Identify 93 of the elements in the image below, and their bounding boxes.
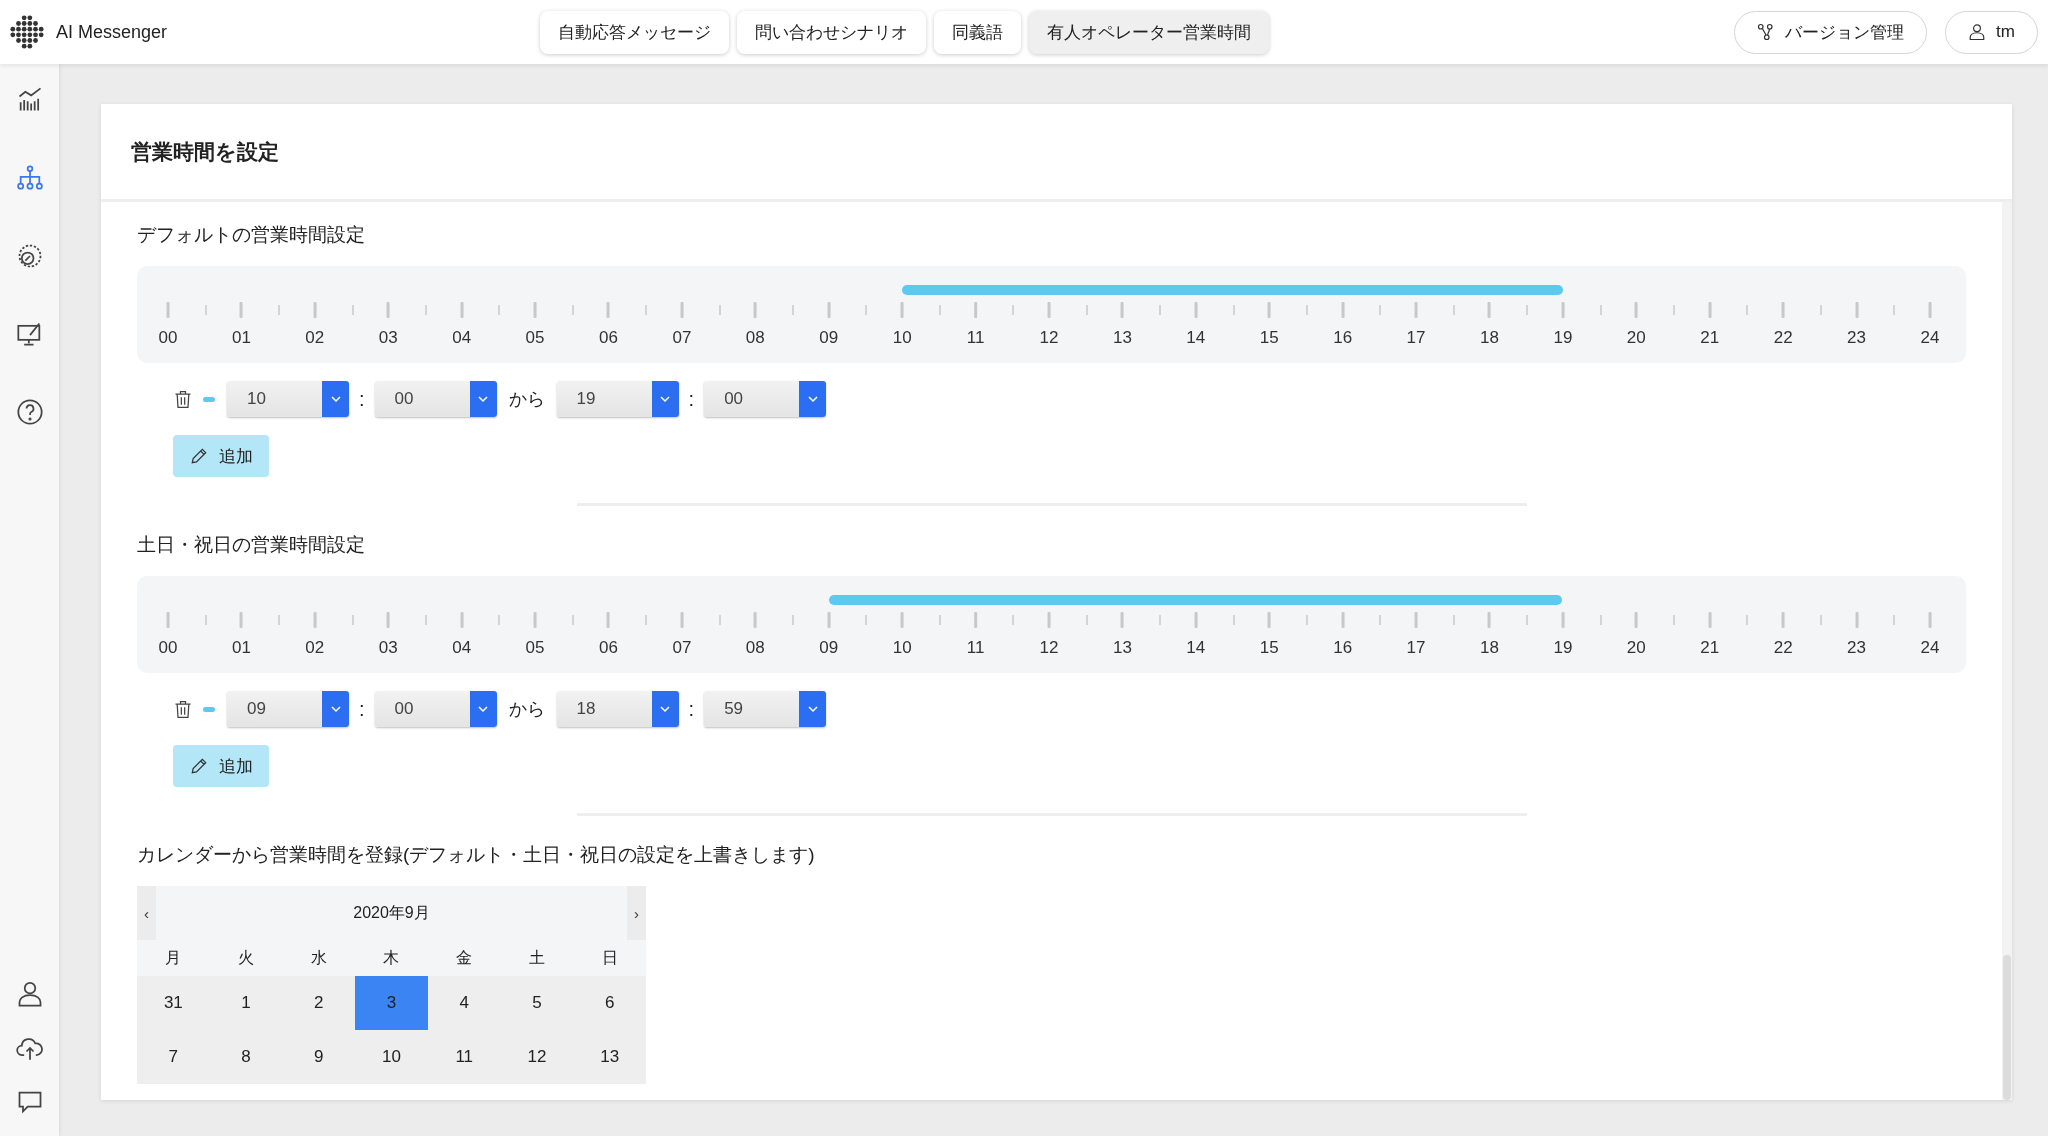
weekday-label: 水 xyxy=(309,947,328,968)
nav-tab[interactable]: 自動応答メッセージ xyxy=(540,10,729,54)
hour-label: 11 xyxy=(966,328,985,348)
hour-label: 19 xyxy=(1553,638,1573,658)
app-name: AI Messenger xyxy=(56,21,168,43)
weekday-label: 日 xyxy=(600,947,619,968)
hour-label: 21 xyxy=(1700,328,1720,348)
section-title: カレンダーから営業時間を登録(デフォルト・土日・祝日の設定を上書きします) xyxy=(137,843,816,867)
hour-label: 02 xyxy=(305,638,325,658)
weekday-label: 土 xyxy=(527,947,546,968)
nav-tab[interactable]: 有人オペレーター営業時間 xyxy=(1029,10,1269,54)
calendar-day[interactable]: 3 xyxy=(355,976,428,1030)
calendar-day[interactable]: 13 xyxy=(573,1030,646,1084)
calendar-day[interactable]: 1 xyxy=(209,976,283,1030)
month-title: 2020年9月 xyxy=(352,902,431,923)
hour-label: 17 xyxy=(1406,638,1426,658)
calendar-day[interactable]: 9 xyxy=(282,1030,356,1084)
range-separator: から xyxy=(508,388,545,411)
hour-label: 20 xyxy=(1626,328,1646,348)
section-title: 土日・祝日の営業時間設定 xyxy=(137,533,366,557)
hour-label: 15 xyxy=(1259,328,1279,348)
calendar-day[interactable]: 2 xyxy=(282,976,356,1030)
hour-label: 24 xyxy=(1920,638,1940,658)
weekday-label: 月 xyxy=(164,947,183,968)
hour-label: 11 xyxy=(966,638,985,658)
user-button[interactable]: tm xyxy=(1945,10,2038,54)
section-title: デフォルトの営業時間設定 xyxy=(137,223,366,247)
calendar-day[interactable]: 11 xyxy=(427,1030,501,1084)
hour-label: 18 xyxy=(1480,328,1499,348)
hour-label: 22 xyxy=(1773,328,1793,348)
calendar-day[interactable]: 12 xyxy=(500,1030,574,1084)
weekday-label: 木 xyxy=(382,947,401,968)
weekday-label: 火 xyxy=(237,947,256,968)
hour-label: 23 xyxy=(1847,328,1867,348)
hour-label: 05 xyxy=(525,328,545,348)
hour-label: 16 xyxy=(1333,638,1353,658)
hour-label: 00 xyxy=(158,328,178,348)
hour-label: 13 xyxy=(1112,638,1132,658)
hour-label: 03 xyxy=(378,638,398,658)
calendar-day[interactable]: 5 xyxy=(500,976,574,1030)
hour-label: 10 xyxy=(892,638,912,658)
hour-label: 12 xyxy=(1039,328,1059,348)
hour-label: 20 xyxy=(1626,638,1646,658)
add-button[interactable]: 追加 xyxy=(173,745,269,787)
nav-tab[interactable]: 同義語 xyxy=(934,10,1021,54)
hour-label: 01 xyxy=(231,328,251,348)
hour-label: 22 xyxy=(1773,638,1793,658)
next-month-button[interactable]: › xyxy=(627,886,646,940)
hour-label: 04 xyxy=(452,328,472,348)
version-button[interactable]: バージョン管理 xyxy=(1734,10,1928,54)
hour-label: 21 xyxy=(1700,638,1720,658)
hour-label: 06 xyxy=(599,328,618,348)
hour-label: 24 xyxy=(1920,328,1940,348)
hour-label: 19 xyxy=(1553,328,1573,348)
hour-label: 01 xyxy=(231,638,251,658)
colon: : xyxy=(359,697,365,721)
calendar-day[interactable]: 6 xyxy=(573,976,646,1030)
colon: : xyxy=(688,697,695,721)
hour-label: 02 xyxy=(305,328,325,348)
weekday-label: 金 xyxy=(455,947,474,968)
hour-label: 14 xyxy=(1186,328,1206,348)
hour-label: 00 xyxy=(158,638,178,658)
hour-label: 08 xyxy=(745,638,765,658)
add-button[interactable]: 追加 xyxy=(173,435,269,477)
hour-label: 13 xyxy=(1112,328,1132,348)
hour-label: 23 xyxy=(1847,638,1867,658)
hour-label: 15 xyxy=(1259,638,1279,658)
hour-label: 14 xyxy=(1186,638,1206,658)
calendar-day[interactable]: 10 xyxy=(355,1030,428,1084)
hour-label: 04 xyxy=(452,638,472,658)
hour-label: 05 xyxy=(525,638,545,658)
hour-label: 17 xyxy=(1406,328,1426,348)
colon: : xyxy=(359,387,365,411)
hour-label: 06 xyxy=(599,638,618,658)
hour-label: 07 xyxy=(672,638,692,658)
range-separator: から xyxy=(508,698,545,721)
hour-label: 08 xyxy=(745,328,765,348)
hour-label: 09 xyxy=(819,638,839,658)
page-title: 営業時間を設定 xyxy=(131,138,279,165)
calendar-day[interactable]: 7 xyxy=(137,1030,210,1084)
calendar-day[interactable]: 4 xyxy=(427,976,501,1030)
nav-tab[interactable]: 問い合わせシナリオ xyxy=(737,10,926,54)
calendar-day[interactable]: 8 xyxy=(209,1030,283,1084)
hour-label: 16 xyxy=(1333,328,1353,348)
hour-label: 03 xyxy=(378,328,398,348)
hour-label: 10 xyxy=(892,328,912,348)
hour-label: 12 xyxy=(1039,638,1059,658)
hour-label: 18 xyxy=(1480,638,1499,658)
colon: : xyxy=(688,387,695,411)
hour-label: 09 xyxy=(819,328,839,348)
hour-label: 07 xyxy=(672,328,692,348)
prev-month-button[interactable]: ‹ xyxy=(137,886,156,940)
calendar-day[interactable]: 31 xyxy=(137,976,210,1030)
